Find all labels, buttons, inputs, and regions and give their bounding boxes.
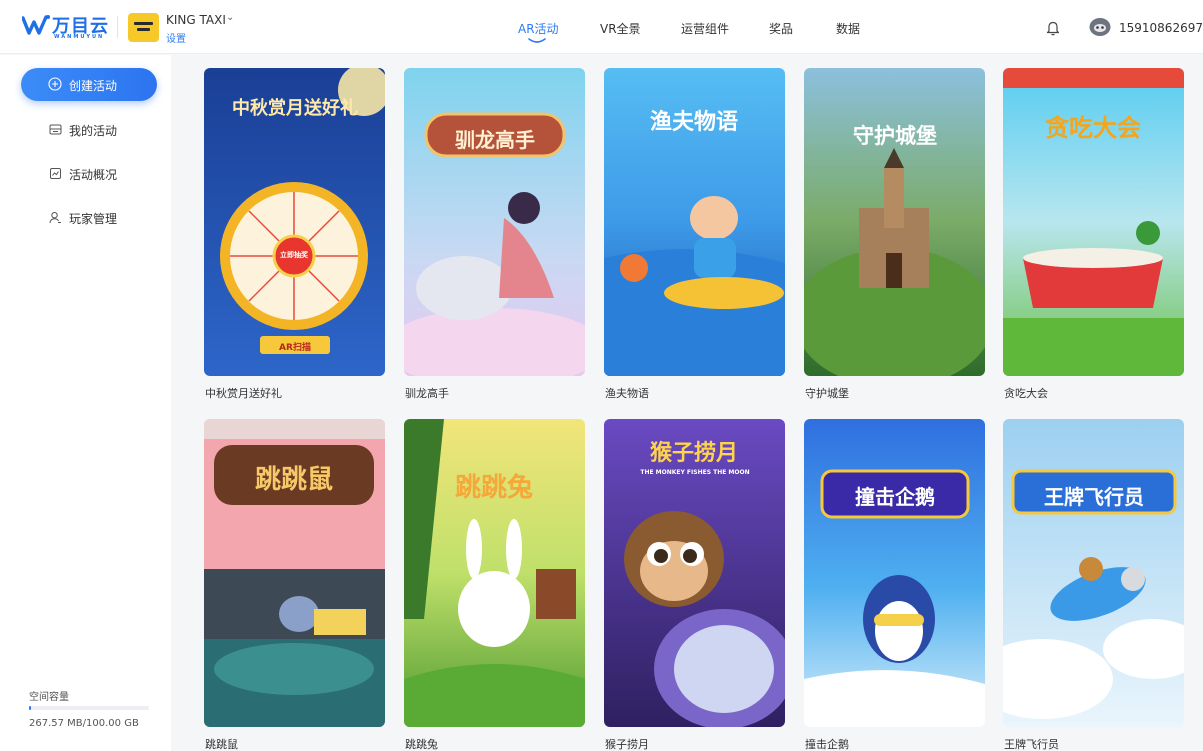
poster-title: 猴子捞月 <box>649 441 738 466</box>
card-poster[interactable] <box>404 68 585 376</box>
card-poster[interactable] <box>804 68 985 376</box>
card-title[interactable]: 跳跳鼠 <box>205 736 238 751</box>
poster-title: 守护城堡 <box>853 124 937 148</box>
poster-title: 跳跳鼠 <box>254 465 333 495</box>
brand-settings-link[interactable]: 设置 <box>166 30 186 45</box>
brand-logo-icon[interactable] <box>128 13 159 42</box>
poster-subtitle: THE MONKEY FISHES THE MOON <box>640 469 750 476</box>
storage-progress-fill <box>29 706 31 710</box>
top-header: 万目云 WANMUYUN KING TAXI ⌄ 设置 AR活动 VR全景 运营… <box>0 0 1203 54</box>
poster-title: 中秋赏月送好礼 <box>232 98 358 119</box>
logo-subtext: WANMUYUN <box>54 34 105 40</box>
card-title[interactable]: 守护城堡 <box>805 385 849 401</box>
card-title[interactable]: 中秋赏月送好礼 <box>205 385 282 401</box>
card-title[interactable]: 王牌飞行员 <box>1004 736 1059 751</box>
tab-ar-activity[interactable]: AR活动 <box>518 20 559 37</box>
storage-progress-bar <box>29 706 149 710</box>
sidebar-item-player-management[interactable]: 玩家管理 <box>49 209 159 227</box>
plane-illustration <box>1003 419 1184 727</box>
poster-title: 跳跳兔 <box>454 473 533 503</box>
logo[interactable]: 万目云 WANMUYUN <box>22 12 110 42</box>
tab-vr-panorama[interactable]: VR全景 <box>600 20 641 37</box>
tab-active-indicator <box>528 38 546 43</box>
card-title[interactable]: 驯龙高手 <box>405 385 449 401</box>
storage-title: 空间容量 <box>29 692 69 703</box>
poster-title: 渔夫物语 <box>649 110 738 135</box>
poster-title: 撞击企鹅 <box>855 485 935 509</box>
sidebar-item-activity-overview[interactable]: 活动概况 <box>49 165 159 183</box>
card-title[interactable]: 贪吃大会 <box>1004 385 1048 401</box>
tab-operation-components[interactable]: 运营组件 <box>681 20 729 37</box>
brand-name[interactable]: KING TAXI <box>166 13 226 27</box>
rabbit-illustration <box>404 419 585 727</box>
user-phone[interactable]: 15910862697 <box>1119 21 1203 35</box>
poster-ar-button: AR扫描 <box>279 343 311 353</box>
avatar-icon[interactable] <box>1089 17 1111 37</box>
plus-circle-icon <box>48 77 62 91</box>
dragon-rider-illustration <box>404 68 585 376</box>
sidebar-item-label: 玩家管理 <box>69 212 118 226</box>
card-title[interactable]: 渔夫物语 <box>605 385 649 401</box>
sidebar-item-label: 活动概况 <box>69 168 118 182</box>
storage-usage-text: 267.57 MB/100.00 GB <box>29 718 139 729</box>
folder-icon <box>49 124 62 135</box>
card-title[interactable]: 撞击企鹅 <box>805 736 849 751</box>
create-activity-label: 创建活动 <box>69 79 118 93</box>
logo-mark-icon <box>22 15 50 35</box>
poster-title: 王牌飞行员 <box>1044 485 1144 509</box>
sidebar: 创建活动 我的活动 活动概况 玩家管理 空间容量 267.57 MB/100.0… <box>0 55 171 751</box>
create-activity-button[interactable]: 创建活动 <box>21 68 157 101</box>
user-icon <box>49 211 61 224</box>
tab-prizes[interactable]: 奖品 <box>769 20 793 37</box>
tab-data[interactable]: 数据 <box>836 20 860 37</box>
bell-icon[interactable] <box>1046 20 1060 36</box>
header-divider <box>117 16 118 38</box>
card-poster[interactable] <box>1003 419 1184 727</box>
sidebar-item-my-activities[interactable]: 我的活动 <box>49 121 159 139</box>
card-poster[interactable] <box>404 419 585 727</box>
sidebar-item-label: 我的活动 <box>69 124 118 138</box>
penguin-illustration <box>804 419 985 727</box>
poster-title: 驯龙高手 <box>455 128 535 152</box>
chart-icon <box>50 168 61 179</box>
wheel-center-label: 立即抽奖 <box>280 251 308 259</box>
chevron-down-icon[interactable]: ⌄ <box>226 12 234 23</box>
poster-title: 贪吃大会 <box>1045 114 1141 142</box>
card-title[interactable]: 猴子捞月 <box>605 736 649 751</box>
card-poster[interactable] <box>804 419 985 727</box>
card-title[interactable]: 跳跳兔 <box>405 736 438 751</box>
castle-illustration <box>804 68 985 376</box>
